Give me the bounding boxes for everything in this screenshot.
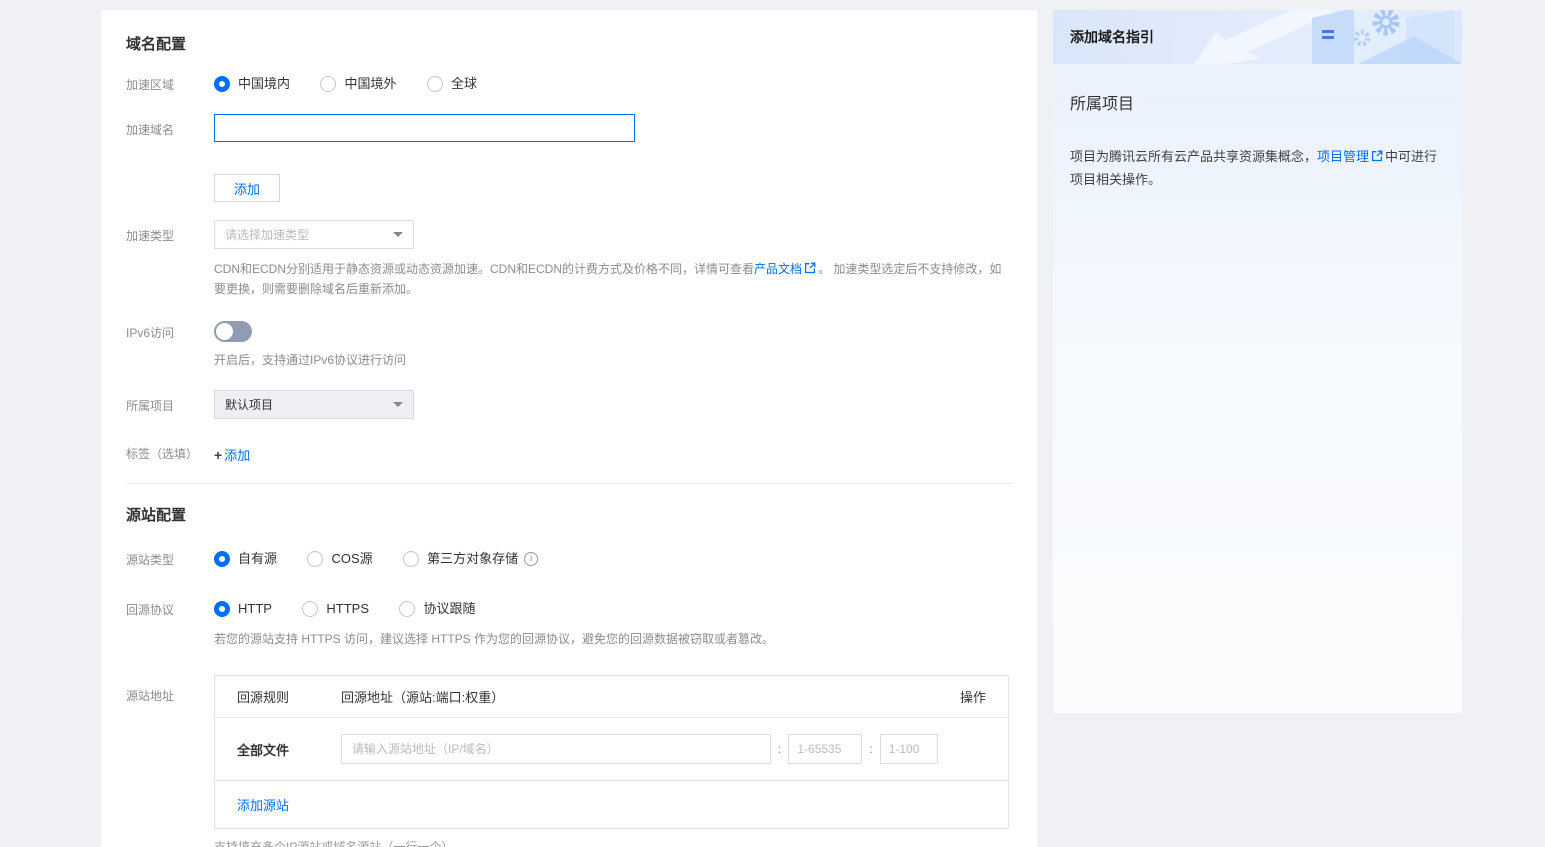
radio-unchecked-icon xyxy=(320,76,336,92)
note-line: 支持填充多个IP源站或域名源站（一行一个） xyxy=(214,839,1012,847)
radio-unchecked-icon xyxy=(307,551,323,567)
radio-region-overseas[interactable]: 中国境外 xyxy=(320,75,396,93)
guide-sidebar: 添加域名指引 所属项目 项目为腾讯云所有云产品共享资源集概念，项目管理中可进行项… xyxy=(1053,10,1462,713)
radio-unchecked-icon xyxy=(427,76,443,92)
col-header-action: 操作 xyxy=(960,687,986,706)
accel-type-help: CDN和ECDN分别适用于静态资源或动态资源加速。CDN和ECDN的计费方式及价… xyxy=(214,260,1009,299)
guide-banner-illustration-icon xyxy=(1162,10,1462,64)
guide-banner-title: 添加域名指引 xyxy=(1070,27,1154,47)
origin-address-notes: 支持填充多个IP源站或域名源站（一行一个） 支持增加配置端口（1~65535）和… xyxy=(214,839,1012,847)
radio-label: 中国境外 xyxy=(344,75,396,93)
radio-label: 全球 xyxy=(451,75,477,93)
accel-type-select[interactable]: 请选择加速类型 xyxy=(214,220,414,249)
product-doc-link[interactable]: 产品文档 xyxy=(754,262,802,276)
origin-type-group: 自有源 COS源 第三方对象存储 i xyxy=(214,550,1012,572)
radio-protocol-https[interactable]: HTTPS xyxy=(302,600,369,618)
ipv6-label: IPv6访问 xyxy=(126,321,214,342)
colon-separator: : xyxy=(869,742,872,756)
project-label: 所属项目 xyxy=(126,390,214,415)
radio-label: COS源 xyxy=(331,550,372,568)
radio-checked-icon xyxy=(214,601,230,617)
section-divider xyxy=(126,483,1012,484)
weight-input[interactable] xyxy=(880,734,938,764)
origin-address-table: 回源规则 回源地址（源站:端口:权重） 操作 全部文件 : : xyxy=(214,675,1009,829)
help-text: CDN和ECDN分别适用于静态资源或动态资源加速。CDN和ECDN的计费方式及价… xyxy=(214,262,754,276)
ipv6-toggle[interactable] xyxy=(214,321,252,342)
project-management-link[interactable]: 项目管理 xyxy=(1317,149,1369,164)
port-input[interactable] xyxy=(788,734,862,764)
plus-icon: + xyxy=(214,447,222,463)
radio-origin-cos[interactable]: COS源 xyxy=(307,550,372,568)
guide-banner: 添加域名指引 xyxy=(1053,10,1462,64)
radio-label: HTTP xyxy=(238,600,272,618)
radio-label: 第三方对象存储 xyxy=(427,550,518,568)
origin-address-label: 源站地址 xyxy=(126,675,214,705)
project-selected-value: 默认项目 xyxy=(225,396,273,413)
info-icon[interactable]: i xyxy=(524,552,538,566)
col-header-address: 回源地址（源站:端口:权重） xyxy=(341,687,960,706)
radio-unchecked-icon xyxy=(302,601,318,617)
origin-address-input[interactable] xyxy=(341,734,771,764)
accel-region-label: 加速区域 xyxy=(126,75,214,94)
toggle-knob xyxy=(216,323,233,340)
accel-type-placeholder: 请选择加速类型 xyxy=(225,226,309,243)
table-row: 全部文件 : : xyxy=(215,718,1008,781)
domain-config-card: 域名配置 加速区域 中国境内 中国境外 全球 加速域名 添 xyxy=(101,10,1037,847)
tags-label: 标签（选填） xyxy=(126,445,214,463)
colon-separator: : xyxy=(778,742,781,756)
guide-section-title: 所属项目 xyxy=(1070,94,1445,116)
external-link-icon[interactable] xyxy=(1371,147,1383,169)
add-origin-link[interactable]: 添加源站 xyxy=(237,798,289,813)
ipv6-help: 开启后，支持通过IPv6协议进行访问 xyxy=(214,351,1012,370)
radio-unchecked-icon xyxy=(399,601,415,617)
protocol-group: HTTP HTTPS 协议跟随 若您的源站支持 HTTPS 访问，建议选择 HT… xyxy=(214,600,1012,649)
radio-label: 协议跟随 xyxy=(423,600,475,618)
radio-checked-icon xyxy=(214,76,230,92)
radio-origin-third-party[interactable]: 第三方对象存储 i xyxy=(403,550,538,568)
radio-unchecked-icon xyxy=(403,551,419,567)
radio-label: 自有源 xyxy=(238,550,277,568)
protocol-label: 回源协议 xyxy=(126,600,214,619)
accel-domain-label: 加速域名 xyxy=(126,114,214,139)
table-header-row: 回源规则 回源地址（源站:端口:权重） 操作 xyxy=(215,676,1008,718)
section-title-origin-config: 源站配置 xyxy=(126,506,1012,526)
radio-checked-icon xyxy=(214,551,230,567)
guide-paragraph: 项目为腾讯云所有云产品共享资源集概念，项目管理中可进行项目相关操作。 xyxy=(1070,146,1445,191)
accel-region-group: 中国境内 中国境外 全球 xyxy=(214,75,1012,97)
radio-region-china-mainland[interactable]: 中国境内 xyxy=(214,75,290,93)
radio-label: HTTPS xyxy=(326,600,369,618)
col-header-rule: 回源规则 xyxy=(237,687,341,706)
add-domain-button[interactable]: 添加 xyxy=(214,174,280,202)
rule-name: 全部文件 xyxy=(237,740,341,759)
external-link-icon[interactable] xyxy=(804,261,816,280)
radio-origin-self[interactable]: 自有源 xyxy=(214,550,277,568)
radio-protocol-follow[interactable]: 协议跟随 xyxy=(399,600,475,618)
protocol-help: 若您的源站支持 HTTPS 访问，建议选择 HTTPS 作为您的回源协议，避免您… xyxy=(214,630,1012,649)
section-title-domain-config: 域名配置 xyxy=(126,35,1012,55)
chevron-down-icon xyxy=(393,402,403,407)
project-select[interactable]: 默认项目 xyxy=(214,390,414,419)
chevron-down-icon xyxy=(393,232,403,237)
guide-text: 项目为腾讯云所有云产品共享资源集概念， xyxy=(1070,149,1317,164)
origin-type-label: 源站类型 xyxy=(126,550,214,569)
accel-domain-input[interactable] xyxy=(214,114,635,142)
radio-protocol-http[interactable]: HTTP xyxy=(214,600,272,618)
add-tag-link[interactable]: +添加 xyxy=(214,448,250,463)
radio-label: 中国境内 xyxy=(238,75,290,93)
add-tag-label[interactable]: 添加 xyxy=(224,448,250,463)
radio-region-global[interactable]: 全球 xyxy=(427,75,477,93)
accel-type-label: 加速类型 xyxy=(126,220,214,245)
